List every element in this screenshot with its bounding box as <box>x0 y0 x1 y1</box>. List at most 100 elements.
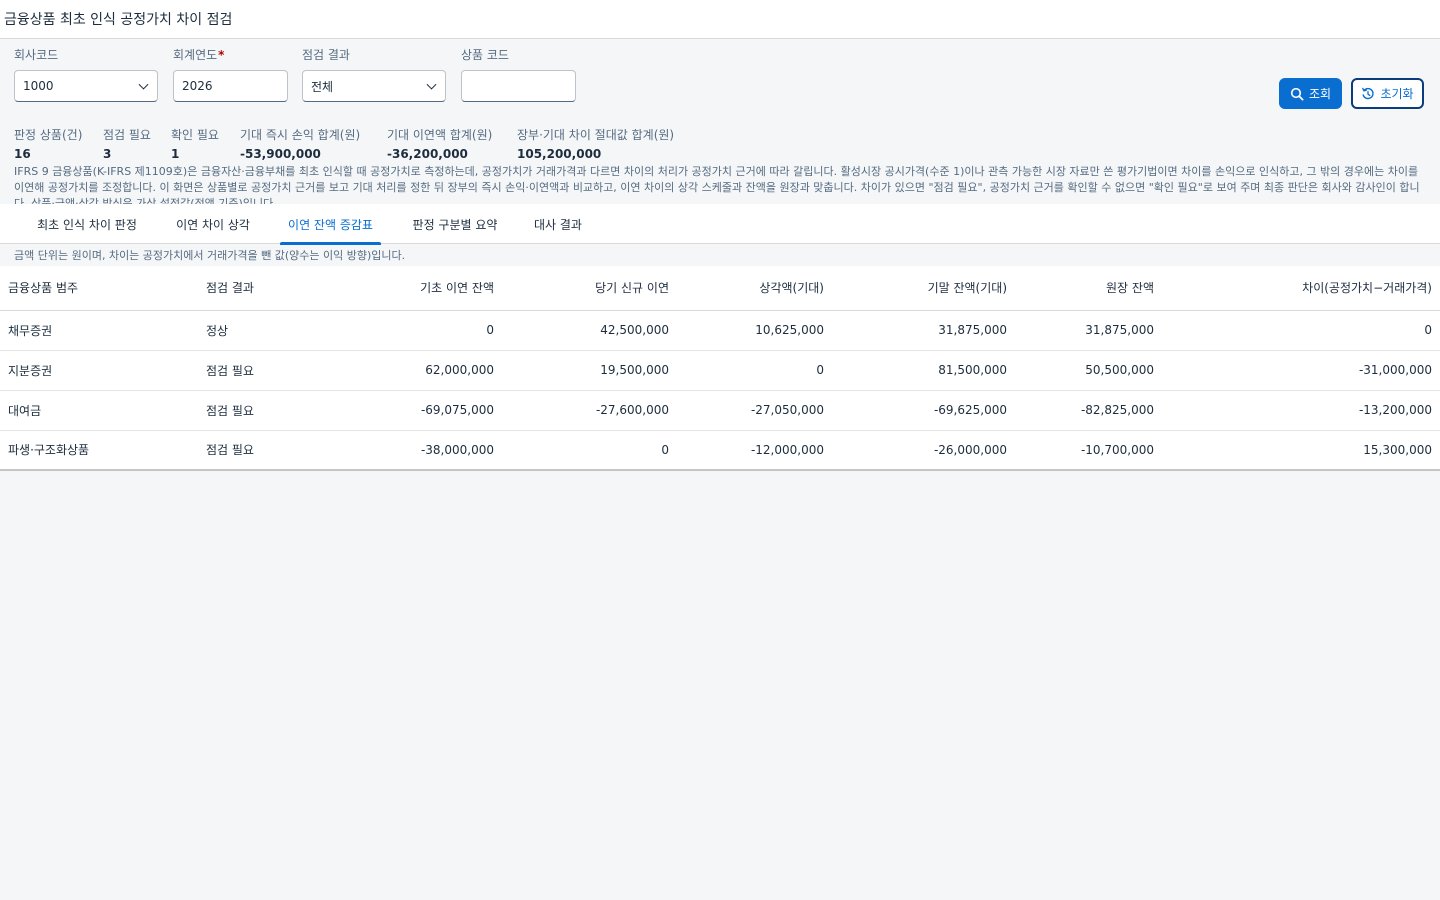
check-result-field: 점검 결과 전체 <box>302 47 446 102</box>
new-deferral-cell: 42,500,000 <box>502 310 677 351</box>
kpi-label: 기대 즉시 손익 합계(원) <box>240 128 361 142</box>
description-text: IFRS 9 금융상품(K-IFRS 제1109호)은 금융자산·금융부채를 최… <box>14 165 1420 204</box>
reset-button-label: 초기화 <box>1380 87 1414 101</box>
table-row[interactable]: 대여금 점검 필요 -69,075,000 -27,600,000 -27,05… <box>0 390 1440 431</box>
column-header[interactable]: 점검 결과 <box>198 266 346 311</box>
difference-cell: 0 <box>1162 310 1440 351</box>
tab-initial-recognition[interactable]: 최초 인식 차이 판정 <box>28 204 146 244</box>
category-cell: 파생·구조화상품 <box>0 430 198 471</box>
kpi-value: 3 <box>103 147 112 161</box>
kpi-label: 장부·기대 차이 절대값 합계(원) <box>517 128 675 142</box>
fiscal-year-field: 회계연도* 2026 <box>173 47 288 102</box>
new-deferral-cell: -27,600,000 <box>502 390 677 431</box>
kpi-value: 1 <box>171 147 180 161</box>
column-header[interactable]: 상각액(기대) <box>677 266 832 311</box>
kpi-value: -53,900,000 <box>240 147 321 161</box>
new-deferral-cell: 19,500,000 <box>502 350 677 391</box>
page-title: 금융상품 최초 인식 공정가치 차이 점검 <box>4 12 233 28</box>
opening-balance-cell: -69,075,000 <box>346 390 502 431</box>
category-cell: 채무증권 <box>0 310 198 351</box>
tab-summary-by-category[interactable]: 판정 구분별 요약 <box>401 204 509 244</box>
column-header[interactable]: 기초 이연 잔액 <box>346 266 502 311</box>
difference-cell: -31,000,000 <box>1162 350 1440 391</box>
check-result-select[interactable]: 전체 <box>302 70 446 102</box>
kpi-value: 105,200,000 <box>517 147 602 161</box>
fiscal-year-label: 회계연도* <box>173 48 225 62</box>
chevron-down-icon <box>138 79 149 90</box>
check-result-label: 점검 결과 <box>302 48 350 62</box>
kpi-value: 16 <box>14 147 31 161</box>
kpi-item: 판정 상품(건) 16 <box>14 127 82 162</box>
check-result-value: 전체 <box>311 79 334 94</box>
opening-balance-cell: -38,000,000 <box>346 430 502 471</box>
amortization-cell: 10,625,000 <box>677 310 832 351</box>
filter-bar: 회사코드 1000 회계연도* 2026 점검 결과 전체 상품 코드 조회 초… <box>0 39 1440 114</box>
kpi-label: 점검 필요 <box>103 128 151 142</box>
unit-note: 금액 단위는 원이며, 차이는 공정가치에서 거래가격을 뺀 값(양수는 이익 … <box>0 244 1440 266</box>
reset-icon <box>1362 87 1375 99</box>
difference-cell: 15,300,000 <box>1162 430 1440 471</box>
difference-cell: -13,200,000 <box>1162 390 1440 431</box>
tab-deferred-amortization[interactable]: 이연 차이 상각 <box>166 204 260 244</box>
kpi-item: 장부·기대 차이 절대값 합계(원) 105,200,000 <box>517 127 674 162</box>
new-deferral-cell: 0 <box>502 430 677 471</box>
kpi-item: 기대 즉시 손익 합계(원) -53,900,000 <box>240 127 360 162</box>
ledger-balance-cell: -10,700,000 <box>1015 430 1162 471</box>
column-header[interactable]: 기말 잔액(기대) <box>832 266 1015 311</box>
kpi-label: 판정 상품(건) <box>14 128 83 142</box>
kpi-item: 점검 필요 3 <box>103 127 151 162</box>
kpi-item: 확인 필요 1 <box>171 127 219 162</box>
company-code-value: 1000 <box>23 79 54 93</box>
product-code-field: 상품 코드 <box>461 47 576 102</box>
chevron-down-icon <box>426 79 437 90</box>
reset-button[interactable]: 초기화 <box>1351 78 1424 109</box>
product-code-input[interactable] <box>461 70 576 102</box>
status-cell: 정상 <box>198 310 346 351</box>
table-row[interactable]: 파생·구조화상품 점검 필요 -38,000,000 0 -12,000,000… <box>0 430 1440 471</box>
tab-deferred-balance[interactable]: 이연 잔액 증감표 <box>280 204 381 245</box>
search-button[interactable]: 조회 <box>1279 78 1342 109</box>
kpi-value: -36,200,000 <box>387 147 468 161</box>
fiscal-year-value: 2026 <box>182 79 213 93</box>
required-mark: * <box>218 48 225 62</box>
status-cell: 점검 필요 <box>198 390 346 431</box>
tab-reconciliation[interactable]: 대사 결과 <box>526 204 590 244</box>
company-code-select[interactable]: 1000 <box>14 70 158 102</box>
company-code-label: 회사코드 <box>14 48 59 62</box>
status-cell: 점검 필요 <box>198 350 346 391</box>
closing-balance-cell: 31,875,000 <box>832 310 1015 351</box>
category-cell: 대여금 <box>0 390 198 431</box>
company-code-field: 회사코드 1000 <box>14 47 158 102</box>
opening-balance-cell: 0 <box>346 310 502 351</box>
kpi-item: 기대 이연액 합계(원) -36,200,000 <box>387 127 492 162</box>
column-header[interactable]: 차이(공정가치−거래가격) <box>1162 266 1440 311</box>
table-header-row: 금융상품 범주 점검 결과 기초 이연 잔액 당기 신규 이연 상각액(기대) … <box>0 266 1440 311</box>
search-icon <box>1290 87 1304 101</box>
tab-bar: 최초 인식 차이 판정 이연 차이 상각 이연 잔액 증감표 판정 구분별 요약… <box>0 204 1440 245</box>
closing-balance-cell: -26,000,000 <box>832 430 1015 471</box>
status-cell: 점검 필요 <box>198 430 346 471</box>
kpi-label: 기대 이연액 합계(원) <box>387 128 493 142</box>
column-header[interactable]: 원장 잔액 <box>1015 266 1162 311</box>
column-header[interactable]: 당기 신규 이연 <box>502 266 677 311</box>
table-row[interactable]: 채무증권 정상 0 42,500,000 10,625,000 31,875,0… <box>0 310 1440 351</box>
deferred-balance-table: 금융상품 범주 점검 결과 기초 이연 잔액 당기 신규 이연 상각액(기대) … <box>0 266 1440 471</box>
opening-balance-cell: 62,000,000 <box>346 350 502 391</box>
title-bar: 금융상품 최초 인식 공정가치 차이 점검 <box>0 0 1440 39</box>
product-code-label: 상품 코드 <box>461 48 509 62</box>
fiscal-year-input[interactable]: 2026 <box>173 70 288 102</box>
category-cell: 지분증권 <box>0 350 198 391</box>
kpi-strip: 판정 상품(건) 16 점검 필요 3 확인 필요 1 기대 즉시 손익 합계(… <box>0 127 1440 162</box>
amortization-cell: -12,000,000 <box>677 430 832 471</box>
closing-balance-cell: 81,500,000 <box>832 350 1015 391</box>
ledger-balance-cell: 50,500,000 <box>1015 350 1162 391</box>
search-button-label: 조회 <box>1308 87 1332 101</box>
amortization-cell: -27,050,000 <box>677 390 832 431</box>
ledger-balance-cell: -82,825,000 <box>1015 390 1162 431</box>
ledger-balance-cell: 31,875,000 <box>1015 310 1162 351</box>
table-row[interactable]: 지분증권 점검 필요 62,000,000 19,500,000 0 81,50… <box>0 350 1440 391</box>
closing-balance-cell: -69,625,000 <box>832 390 1015 431</box>
column-header[interactable]: 금융상품 범주 <box>0 266 198 311</box>
amortization-cell: 0 <box>677 350 832 391</box>
kpi-label: 확인 필요 <box>171 128 219 142</box>
